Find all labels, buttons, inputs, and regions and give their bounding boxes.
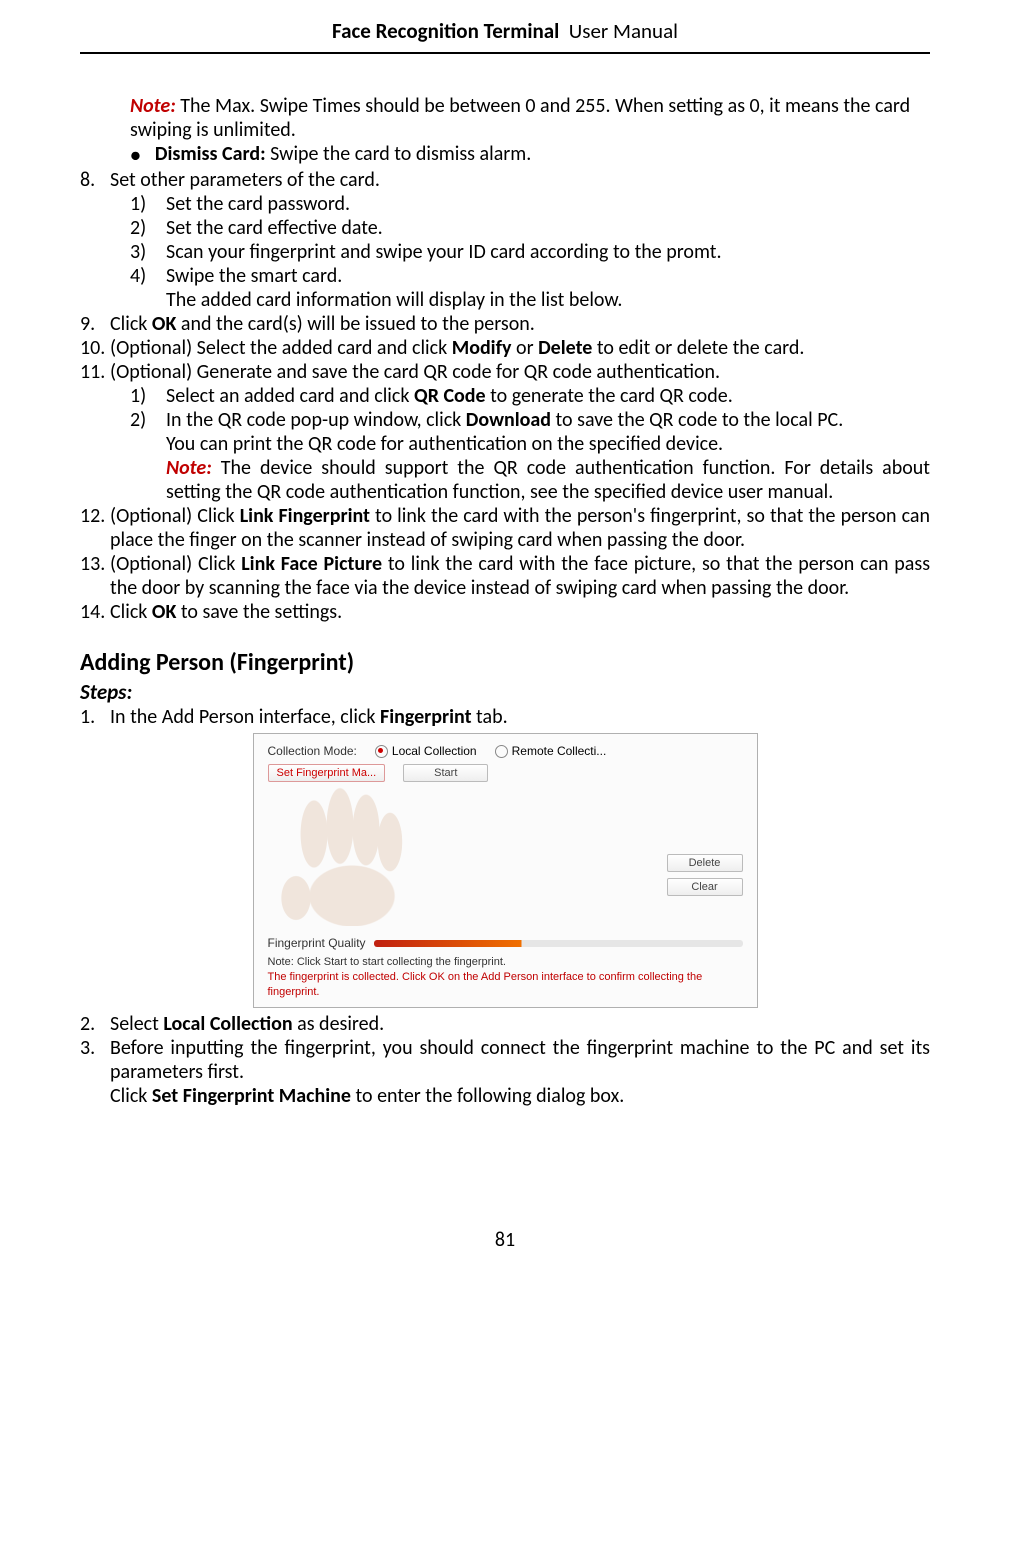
step-12: 12.(Optional) Click Link Fingerprint to … (80, 504, 930, 552)
dismiss-label: Dismiss Card: (155, 142, 266, 166)
note-label: Note: (130, 94, 176, 118)
fp-step-2: 2.Select Local Collection as desired. (80, 1012, 930, 1036)
step-11-note: Note: The device should support the QR c… (166, 456, 930, 504)
step-11-2: 2)In the QR code pop-up window, click Do… (130, 408, 930, 432)
step-11-2-follow: You can print the QR code for authentica… (166, 432, 930, 456)
radio-remote-collection[interactable]: Remote Collecti... (495, 744, 607, 758)
step-13: 13.(Optional) Click Link Face Picture to… (80, 552, 930, 600)
radio-local-collection[interactable]: Local Collection (375, 744, 477, 758)
step-8-4-follow: The added card information will display … (166, 288, 930, 312)
set-fingerprint-machine-button[interactable]: Set Fingerprint Ma... (268, 764, 386, 782)
dismiss-text: Swipe the card to dismiss alarm. (266, 142, 532, 166)
step-9: 9.Click OK and the card(s) will be issue… (80, 312, 930, 336)
note-max-swipe: Note: The Max. Swipe Times should be bet… (130, 94, 930, 142)
note-label-qr: Note: (166, 456, 212, 480)
page-number: 81 (80, 1228, 930, 1252)
step-10: 10.(Optional) Select the added card and … (80, 336, 930, 360)
page-header: Face Recognition Terminal User Manual (80, 18, 930, 54)
step-8-1: 1)Set the card password. (130, 192, 930, 216)
radio-icon (375, 745, 388, 758)
fingerprint-quality-label: Fingerprint Quality (268, 936, 366, 950)
step-14: 14.Click OK to save the settings. (80, 600, 930, 624)
step-11: 11.(Optional) Generate and save the card… (80, 360, 930, 384)
clear-button[interactable]: Clear (667, 878, 743, 896)
steps-label: Steps: (80, 679, 930, 705)
heading-adding-person-fingerprint: Adding Person (Fingerprint) (80, 648, 930, 677)
step-8-4: 4)Swipe the smart card. (130, 264, 930, 288)
fp-step-3: 3. Before inputting the fingerprint, you… (80, 1036, 930, 1108)
fingerprint-tab-screenshot: Collection Mode: Local Collection Remote… (253, 733, 758, 1008)
screenshot-note-1: Note: Click Start to start collecting th… (268, 956, 743, 968)
start-button[interactable]: Start (403, 764, 488, 782)
bullet-icon: ● (130, 142, 141, 168)
step-11-1: 1)Select an added card and click QR Code… (130, 384, 930, 408)
hand-illustration (268, 786, 428, 926)
step-8-3: 3)Scan your fingerprint and swipe your I… (130, 240, 930, 264)
delete-button[interactable]: Delete (667, 854, 743, 872)
header-title-right: User Manual (569, 18, 678, 44)
dismiss-card-bullet: ● Dismiss Card: Swipe the card to dismis… (130, 142, 930, 168)
collection-mode-label: Collection Mode: (268, 744, 357, 758)
screenshot-note-2: The fingerprint is collected. Click OK o… (268, 970, 743, 999)
note-text: The Max. Swipe Times should be between 0… (130, 94, 910, 142)
radio-icon (495, 745, 508, 758)
step-8-2: 2)Set the card effective date. (130, 216, 930, 240)
header-title-left: Face Recognition Terminal (332, 18, 559, 44)
fp-step-1: 1.In the Add Person interface, click Fin… (80, 705, 930, 729)
step-8: 8.Set other parameters of the card. (80, 168, 930, 192)
fingerprint-quality-bar (374, 940, 743, 947)
